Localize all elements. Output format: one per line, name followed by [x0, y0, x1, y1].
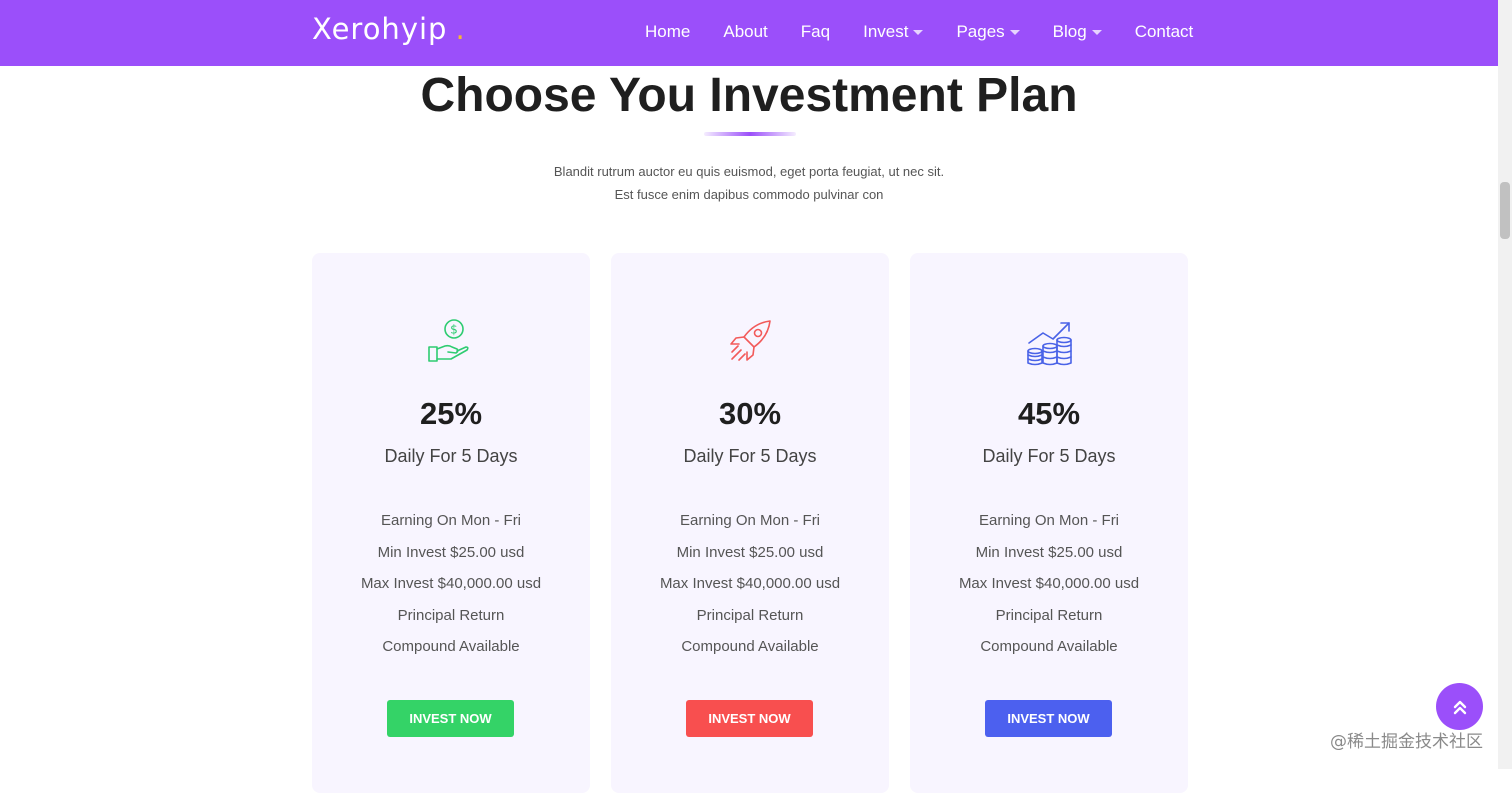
nav-home[interactable]: Home	[645, 22, 690, 42]
title-underline	[704, 132, 796, 136]
plan-feature: Min Invest $25.00 usd	[975, 543, 1123, 561]
plan-period: Daily For 5 Days	[384, 446, 518, 466]
coins-growth-icon	[1027, 322, 1072, 366]
back-to-top-button[interactable]	[1436, 683, 1483, 730]
caret-down-icon	[1009, 29, 1020, 35]
plan-card-basic: $ 25% Daily For 5 Days Earning On Mon - …	[312, 253, 590, 793]
plan-period: Daily For 5 Days	[683, 446, 817, 466]
plan-features: Earning On Mon - Fri Min Invest $25.00 u…	[910, 512, 1188, 670]
caret-down-icon	[1091, 29, 1102, 35]
plan-feature: Principal Return	[696, 606, 804, 624]
invest-now-button[interactable]: INVEST NOW	[387, 700, 514, 737]
plan-feature: Compound Available	[681, 638, 819, 656]
section-title: Choose You Investment Plan	[420, 69, 1078, 122]
plan-card-premium: 45% Daily For 5 Days Earning On Mon - Fr…	[910, 253, 1188, 793]
brand-dot: .	[455, 12, 466, 46]
rocket-icon	[730, 320, 771, 361]
plan-features: Earning On Mon - Fri Min Invest $25.00 u…	[312, 512, 590, 670]
nav-blog[interactable]: Blog	[1053, 22, 1102, 42]
plan-rate: 25%	[419, 396, 483, 431]
nav-faq[interactable]: Faq	[801, 22, 830, 42]
watermark-text: @稀土掘金技术社区	[1330, 732, 1483, 752]
section-subtitle-line1: Blandit rutrum auctor eu quis euismod, e…	[553, 164, 945, 179]
invest-now-button[interactable]: INVEST NOW	[985, 700, 1112, 737]
svg-text:$: $	[450, 323, 458, 337]
plan-feature: Earning On Mon - Fri	[978, 512, 1120, 529]
plan-feature: Max Invest $40,000.00 usd	[360, 575, 542, 593]
plan-rate: 30%	[718, 396, 782, 431]
brand-logo[interactable]: Xerohyip.	[312, 12, 466, 46]
scrollbar-thumb[interactable]	[1500, 182, 1510, 239]
top-navbar: Xerohyip. Home About Faq Invest Pages Bl…	[0, 0, 1498, 66]
plan-period: Daily For 5 Days	[982, 446, 1116, 466]
plan-feature: Compound Available	[382, 638, 520, 656]
scrollbar-track[interactable]	[1498, 0, 1512, 769]
section-subtitle-line2: Est fusce enim dapibus commodo pulvinar …	[614, 187, 884, 202]
plan-feature: Max Invest $40,000.00 usd	[659, 575, 841, 593]
plan-features: Earning On Mon - Fri Min Invest $25.00 u…	[611, 512, 889, 670]
invest-now-button[interactable]: INVEST NOW	[686, 700, 813, 737]
double-chevron-up-icon	[1453, 700, 1466, 714]
plan-feature: Compound Available	[980, 638, 1118, 656]
plan-feature: Earning On Mon - Fri	[679, 512, 821, 529]
plan-feature: Principal Return	[995, 606, 1103, 624]
plan-feature: Min Invest $25.00 usd	[676, 543, 824, 561]
plan-rate: 45%	[1017, 396, 1081, 431]
plan-feature: Min Invest $25.00 usd	[377, 543, 525, 561]
plan-feature: Principal Return	[397, 606, 505, 624]
main-nav: Home About Faq Invest Pages Blog Contact	[645, 22, 1193, 42]
plan-feature: Earning On Mon - Fri	[380, 512, 522, 529]
nav-invest[interactable]: Invest	[863, 22, 924, 42]
money-hand-icon: $	[428, 319, 469, 362]
plan-card-standard: 30% Daily For 5 Days Earning On Mon - Fr…	[611, 253, 889, 793]
caret-down-icon	[913, 29, 924, 35]
nav-about[interactable]: About	[723, 22, 767, 42]
nav-contact[interactable]: Contact	[1135, 22, 1194, 42]
plan-feature: Max Invest $40,000.00 usd	[958, 575, 1140, 593]
nav-pages[interactable]: Pages	[956, 22, 1020, 42]
